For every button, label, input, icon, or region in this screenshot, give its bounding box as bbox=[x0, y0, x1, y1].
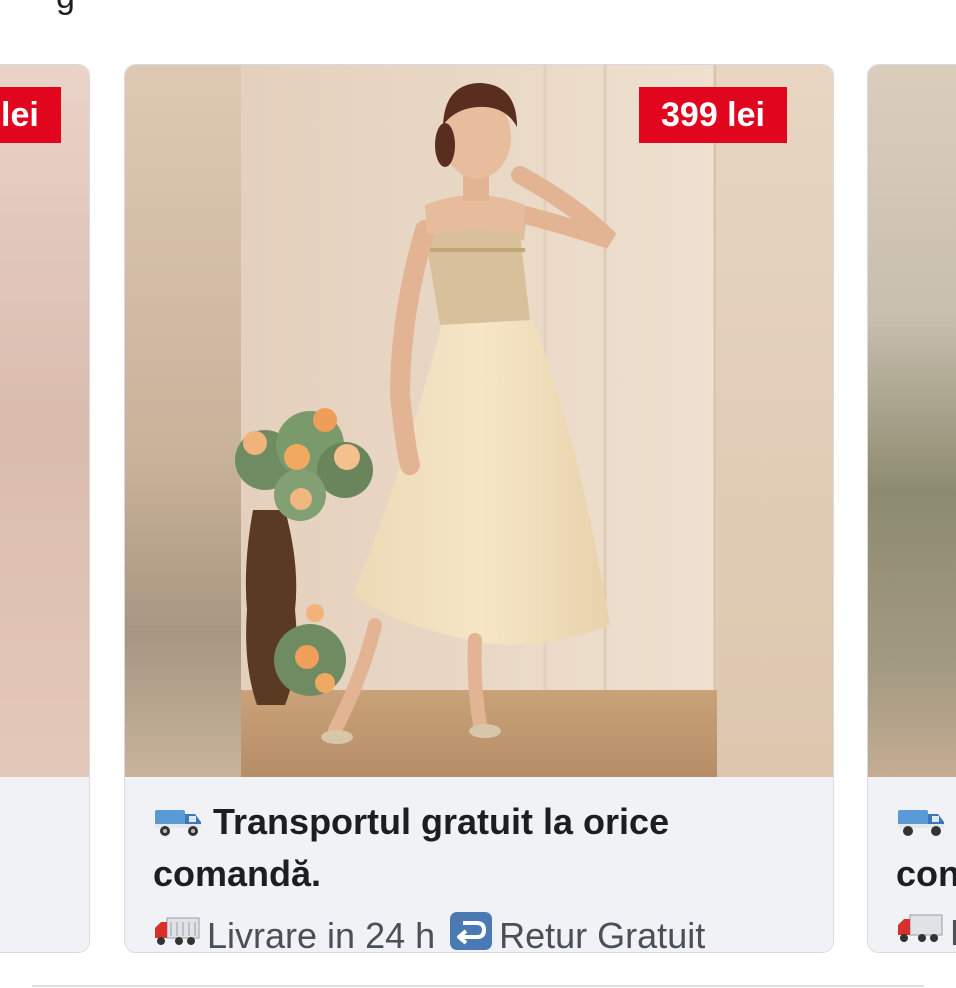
divider bbox=[32, 985, 924, 987]
promo-line-1: Transportul gratuit la orice bbox=[213, 801, 670, 842]
card-footer[interactable] bbox=[0, 777, 89, 952]
delivery-info: L bbox=[896, 911, 956, 953]
delivery-truck-icon bbox=[896, 802, 946, 847]
price-badge: 399 lei bbox=[639, 87, 787, 143]
previous-post-text-fragment: g bbox=[56, 0, 75, 17]
product-photo-image bbox=[125, 65, 833, 777]
product-photo-image bbox=[0, 65, 89, 777]
return-arrow-icon bbox=[449, 911, 493, 952]
card-footer[interactable]: con L bbox=[868, 777, 956, 952]
product-photo[interactable]: lei bbox=[0, 65, 89, 777]
product-photo[interactable] bbox=[868, 65, 956, 777]
delivery-truck-icon bbox=[153, 802, 203, 847]
promo-line-2: con bbox=[896, 853, 956, 894]
delivery-text: L bbox=[950, 912, 956, 953]
product-photo-image bbox=[868, 65, 956, 777]
price-badge: lei bbox=[0, 87, 61, 143]
delivery-info: Livrare in 24 h Retur Gratuit bbox=[153, 911, 706, 953]
return-text: Retur Gratuit bbox=[499, 914, 706, 953]
card-footer[interactable]: Transportul gratuit la orice comandă. Li… bbox=[125, 777, 833, 952]
previous-post-text: g bbox=[0, 0, 956, 22]
promo-headline bbox=[896, 801, 946, 847]
promo-line-2: comandă. bbox=[153, 853, 322, 894]
carousel-card-current[interactable]: 399 lei Transportul gratuit la orice com… bbox=[124, 64, 834, 953]
promo-headline: Transportul gratuit la orice bbox=[153, 801, 669, 847]
carousel-card-previous[interactable]: lei bbox=[0, 64, 90, 953]
product-carousel[interactable]: lei 399 lei Transportul gratuit la orice… bbox=[0, 64, 956, 956]
product-photo[interactable]: 399 lei bbox=[125, 65, 833, 777]
lorry-icon bbox=[896, 911, 944, 952]
lorry-icon bbox=[153, 914, 201, 952]
carousel-card-next[interactable]: con L bbox=[867, 64, 956, 953]
delivery-text: Livrare in 24 h bbox=[207, 914, 436, 953]
